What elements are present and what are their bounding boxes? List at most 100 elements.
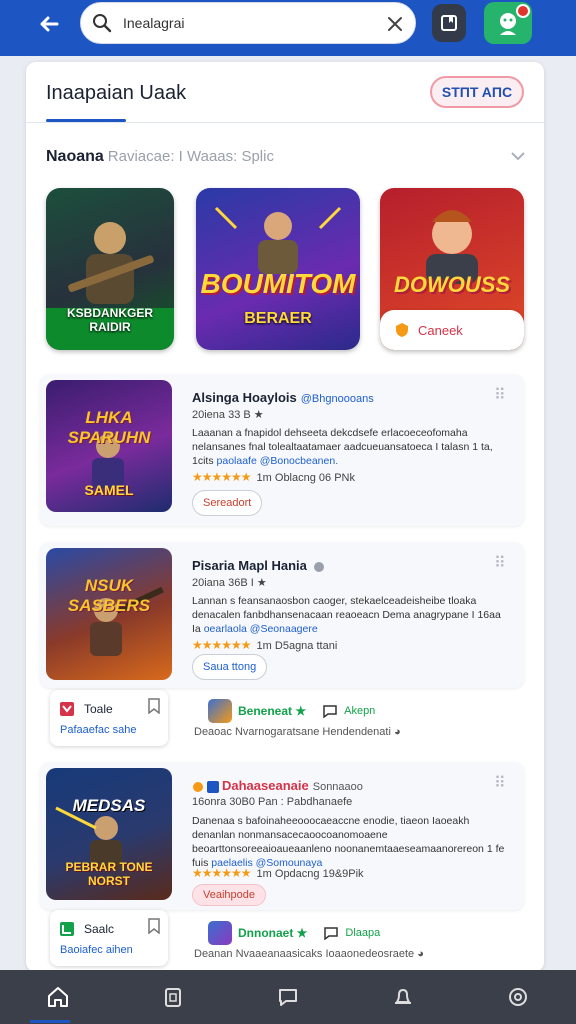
bottom-navigation bbox=[0, 970, 576, 1024]
divider bbox=[26, 122, 544, 123]
entry-rating: ★★★★★★ 1m Oblacng 06 PNk bbox=[192, 470, 355, 484]
featured-game-3[interactable]: DOWOUSS Caneek bbox=[380, 188, 524, 350]
featured-game-2[interactable]: BOUMITOM BERAER bbox=[196, 188, 360, 350]
notification-dot bbox=[516, 4, 530, 18]
featured-subtitle: BERAER bbox=[244, 310, 312, 327]
star-rating-icon: ★★★★★★ bbox=[192, 638, 252, 652]
chat-icon bbox=[324, 927, 339, 940]
sub-card-link[interactable]: Pafaaefac sahe bbox=[60, 724, 136, 736]
thumbnail-title: MEDSAS bbox=[72, 796, 146, 815]
entry-meta: 16onra 30B0 Pan : Pabdhanaefe bbox=[192, 796, 353, 808]
main-card: Inaapaian Uaak STΠT AΠC Naoana Raviacae: … bbox=[26, 62, 544, 972]
entry-rating-text: 1m Opdacng 19&9Pik bbox=[256, 868, 364, 880]
tab-active[interactable]: Inaapaian Uaak bbox=[46, 82, 186, 105]
entry-rating: ★★★★★★ 1m D5agna ttani bbox=[192, 638, 337, 652]
search-bar[interactable]: Inealagrai bbox=[80, 2, 416, 44]
home-icon bbox=[47, 987, 68, 1007]
featured-title: BOUMITOM bbox=[200, 268, 356, 299]
nav-settings[interactable] bbox=[498, 977, 538, 1017]
entry-link[interactable]: paolaafe @Bonocbeanen. bbox=[217, 455, 339, 467]
entry-tag[interactable]: Sonnaaoo bbox=[313, 781, 363, 793]
sub-card-label: Toale bbox=[84, 702, 113, 716]
mini-app-row[interactable]: Dnnonaet ★ Dlaapa bbox=[208, 920, 380, 946]
nav-home[interactable] bbox=[38, 977, 78, 1017]
expand-section-button[interactable] bbox=[508, 146, 528, 166]
game-thumbnail[interactable]: LHKA SPARUHN SAMEL bbox=[46, 380, 172, 512]
search-input[interactable]: Inealagrai bbox=[123, 15, 185, 31]
entry-title-text: Pisaria Mapl Hania bbox=[192, 558, 307, 573]
sub-card[interactable]: Toale Pafaaefac sahe bbox=[50, 690, 168, 746]
thumbnail-title: NSUK SASBERS bbox=[67, 576, 151, 615]
close-icon bbox=[388, 17, 402, 31]
more-options-icon[interactable]: ⠿ bbox=[494, 556, 510, 572]
top-app-bar: Inealagrai bbox=[0, 0, 576, 56]
entry-tag[interactable]: @Bhgnoooans bbox=[301, 393, 374, 405]
orange-badge-icon bbox=[193, 781, 203, 792]
mini-app-caption: Deaoac Nvarnogaratsane Hendendenati ◕ bbox=[194, 726, 401, 738]
entry-description: Danenaa s bafoinaheeooocaeaccne enodie, … bbox=[192, 814, 512, 870]
nav-chat[interactable] bbox=[268, 977, 308, 1017]
flag-icon bbox=[60, 922, 74, 936]
entry-rating: ★★★★★★ 1m Opdacng 19&9Pik bbox=[192, 866, 364, 880]
clear-search-button[interactable] bbox=[383, 12, 407, 36]
start-button[interactable]: STΠT AΠC bbox=[430, 76, 524, 108]
more-options-icon[interactable]: ⠿ bbox=[494, 388, 510, 404]
nav-library[interactable] bbox=[153, 977, 193, 1017]
chevron-down-icon bbox=[511, 152, 525, 161]
back-arrow-icon bbox=[40, 16, 59, 32]
entry-title: Pisaria Mapl Hania bbox=[192, 558, 325, 573]
list-item[interactable]: NSUK SASBERS Pisaria Mapl Hania 20iana 3… bbox=[40, 542, 524, 688]
thumbnail-title: LHKA SPARUHN bbox=[67, 408, 151, 447]
nav-active-indicator bbox=[30, 1020, 70, 1023]
mini-app-icon bbox=[208, 921, 232, 945]
entry-title-text: Dahaaseanaie bbox=[222, 778, 309, 793]
bookmark-icon[interactable] bbox=[148, 698, 160, 714]
entry-link[interactable]: oearlaola @Seonaagere bbox=[204, 623, 318, 635]
featured-game-1[interactable]: KSBDANKGER RAIDIR bbox=[46, 188, 174, 350]
featured-action[interactable]: Caneek bbox=[380, 310, 524, 350]
entry-title-text: Alsinga Hoaylois bbox=[192, 390, 297, 405]
entry-action-button[interactable]: Veaihpode bbox=[192, 884, 266, 906]
chat-icon bbox=[323, 705, 337, 718]
section-title-text: Naoana bbox=[46, 148, 104, 165]
thumbnail-footer: PEBRAR TONE NORST bbox=[65, 860, 153, 888]
star-rating-icon: ★★★★★★ bbox=[192, 866, 252, 880]
facebook-icon bbox=[207, 780, 219, 793]
nav-alerts[interactable] bbox=[383, 977, 423, 1017]
search-icon bbox=[93, 14, 112, 33]
mini-app-extra: Dlaapa bbox=[345, 927, 381, 939]
entry-description: Laaanan a fnapidol dehseeta dekcdsefe er… bbox=[192, 426, 512, 468]
document-icon bbox=[164, 988, 181, 1007]
verified-icon bbox=[313, 561, 324, 572]
entry-action-button[interactable]: Saua ttong bbox=[192, 654, 268, 680]
section-title: Naoana Raviacae: I Waaas: Splic bbox=[46, 148, 274, 166]
chat-bubble-icon bbox=[278, 989, 297, 1006]
list-item[interactable]: MEDSAS PEBRAR TONE NORST Dahaaseanaie Son… bbox=[40, 762, 524, 910]
mini-app-caption: Deanan Nvaaeanaasicaks Ioaaonedeosraete … bbox=[194, 948, 424, 960]
more-options-icon[interactable]: ⠿ bbox=[494, 776, 510, 792]
entry-meta: 20iena 33 B ★ bbox=[192, 409, 264, 421]
mini-app-icon bbox=[208, 699, 232, 723]
thumbnail-footer: SAMEL bbox=[84, 482, 134, 498]
sub-card[interactable]: Saalc Baoiafec aihen bbox=[50, 910, 168, 966]
entry-rating-text: 1m Oblacng 06 PNk bbox=[256, 472, 355, 484]
back-button[interactable] bbox=[30, 8, 68, 40]
bookmark-icon[interactable] bbox=[148, 918, 160, 934]
entry-title: Dahaaseanaie Sonnaaoo bbox=[192, 778, 363, 793]
list-item[interactable]: LHKA SPARUHN SAMEL Alsinga Hoaylois @Bhgn… bbox=[40, 374, 524, 526]
game-thumbnail[interactable]: NSUK SASBERS bbox=[46, 548, 172, 680]
mini-app-row[interactable]: Beneneat ★ Akepn bbox=[208, 698, 375, 724]
game-thumbnail[interactable]: MEDSAS PEBRAR TONE NORST bbox=[46, 768, 172, 900]
profile-button[interactable] bbox=[484, 2, 532, 44]
entry-rating-text: 1m D5agna ttani bbox=[256, 640, 338, 652]
flag-icon bbox=[60, 702, 74, 716]
featured-caption: KSBDANKGER RAIDIR bbox=[66, 306, 153, 334]
bookmark-icon bbox=[441, 15, 457, 31]
entry-meta: 20iana 36B I ★ bbox=[192, 577, 267, 589]
sub-card-link[interactable]: Baoiafec aihen bbox=[60, 944, 133, 956]
featured-action-label: Caneek bbox=[418, 322, 463, 338]
mini-app-extra: Akepn bbox=[344, 705, 376, 717]
entry-action-button[interactable]: Sereadort bbox=[192, 490, 263, 516]
bookmark-button[interactable] bbox=[432, 4, 466, 42]
star-rating-icon: ★★★★★★ bbox=[192, 470, 252, 484]
